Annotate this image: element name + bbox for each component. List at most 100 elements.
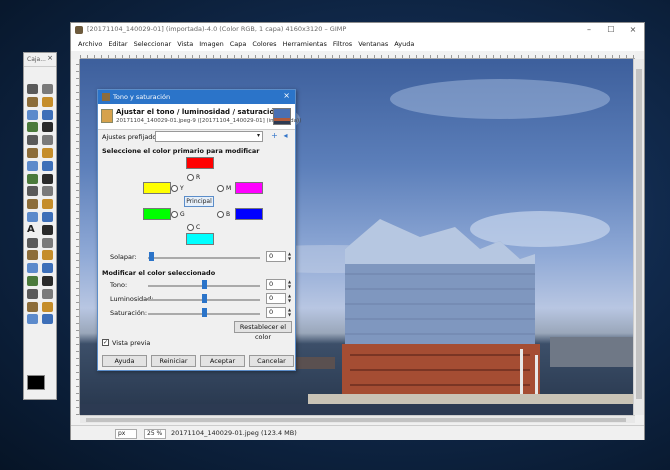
- radio-green[interactable]: [171, 211, 178, 218]
- tool-grid: A: [27, 83, 55, 326]
- mypaint-brush-icon[interactable]: [27, 275, 38, 286]
- menu-editar[interactable]: Editar: [105, 37, 130, 51]
- saturation-spinbox[interactable]: 0: [266, 307, 286, 318]
- cage-icon[interactable]: [42, 199, 53, 210]
- lightness-spin-arrows[interactable]: ▲ ▼: [287, 293, 292, 304]
- hue-spin-arrows[interactable]: ▲ ▼: [287, 279, 292, 290]
- ink-icon[interactable]: [42, 263, 53, 274]
- menu-vista[interactable]: Vista: [174, 37, 196, 51]
- window-titlebar[interactable]: [20171104_140029-01] (importada)-4.0 (Co…: [71, 23, 644, 37]
- scale-icon[interactable]: [42, 173, 53, 184]
- blur-icon[interactable]: [27, 301, 38, 312]
- rect-select-icon[interactable]: [27, 84, 38, 94]
- heal-icon[interactable]: [27, 288, 38, 299]
- menu-colores[interactable]: Colores: [249, 37, 279, 51]
- text-icon[interactable]: A: [27, 224, 38, 235]
- eraser-icon[interactable]: [42, 250, 53, 261]
- ellipse-select-icon[interactable]: [42, 84, 53, 94]
- radio-red[interactable]: [187, 174, 194, 181]
- horizontal-scrollbar[interactable]: [80, 415, 635, 423]
- pencil-icon[interactable]: [42, 237, 53, 248]
- hue-spinbox[interactable]: 0: [266, 279, 286, 290]
- add-preset-button[interactable]: +: [270, 131, 279, 141]
- cancel-button[interactable]: Cancelar: [249, 355, 294, 367]
- preset-menu-button[interactable]: ◂: [281, 131, 290, 141]
- saturation-slider-handle[interactable]: [202, 308, 207, 317]
- help-button[interactable]: Ayuda: [102, 355, 147, 367]
- gradient-icon[interactable]: [27, 237, 38, 248]
- color-select-icon[interactable]: [27, 109, 38, 120]
- paintbrush-icon[interactable]: [27, 250, 38, 261]
- lightness-slider-handle[interactable]: [202, 294, 207, 303]
- overlap-spinbox[interactable]: 0: [266, 251, 286, 262]
- menu-capa[interactable]: Capa: [227, 37, 250, 51]
- bucket-fill-icon[interactable]: [42, 224, 53, 235]
- master-button[interactable]: Principal: [184, 196, 214, 207]
- presets-combo[interactable]: ▾: [155, 131, 263, 142]
- airbrush-icon[interactable]: [27, 263, 38, 274]
- window-title: [20171104_140029-01] (importada)-4.0 (Co…: [87, 25, 347, 33]
- unit-selector[interactable]: px: [115, 429, 137, 439]
- lightness-spinbox[interactable]: 0: [266, 293, 286, 304]
- vertical-scrollbar[interactable]: [633, 59, 644, 415]
- toolbox-close-button[interactable]: ×: [47, 54, 53, 62]
- radio-blue-label: B: [226, 211, 231, 218]
- foreground-select-icon[interactable]: [27, 122, 38, 133]
- scissors-icon[interactable]: [42, 109, 53, 120]
- close-button[interactable]: ×: [622, 23, 644, 37]
- preview-label: Vista previa: [112, 339, 151, 347]
- rotate-icon[interactable]: [27, 173, 38, 184]
- saturation-spin-arrows[interactable]: ▲ ▼: [287, 307, 292, 318]
- radio-green-label: G: [180, 211, 185, 218]
- overlap-slider-handle[interactable]: [149, 252, 154, 261]
- preview-checkbox[interactable]: ✓: [102, 339, 109, 346]
- horizontal-ruler[interactable]: [80, 51, 635, 59]
- free-select-icon[interactable]: [27, 96, 38, 107]
- unified-transform-icon[interactable]: [42, 211, 53, 222]
- flip-icon[interactable]: [27, 199, 38, 210]
- hue-slider-handle[interactable]: [202, 280, 207, 289]
- dialog-titlebar[interactable]: Tono y saturación ×: [98, 90, 295, 104]
- vertical-scroll-thumb[interactable]: [636, 69, 642, 399]
- zoom-selector[interactable]: 25 %: [144, 429, 166, 439]
- perspective-clone-icon[interactable]: [42, 288, 53, 299]
- radio-blue[interactable]: [217, 211, 224, 218]
- overlap-spin-arrows[interactable]: ▲ ▼: [287, 251, 292, 262]
- radio-magenta[interactable]: [217, 185, 224, 192]
- radio-yellow[interactable]: [171, 185, 178, 192]
- move-icon[interactable]: [42, 147, 53, 158]
- crop-icon[interactable]: [42, 160, 53, 171]
- reset-color-button[interactable]: Restablecer el color: [234, 321, 292, 341]
- paths-icon[interactable]: [42, 122, 53, 133]
- vertical-ruler[interactable]: [71, 59, 80, 415]
- fuzzy-select-icon[interactable]: [42, 96, 53, 107]
- zoom-icon[interactable]: [42, 135, 53, 146]
- align-icon[interactable]: [27, 160, 38, 171]
- horizontal-scroll-thumb[interactable]: [86, 418, 626, 422]
- radio-cyan[interactable]: [187, 224, 194, 231]
- menu-filtros[interactable]: Filtros: [330, 37, 355, 51]
- measure-icon[interactable]: [27, 147, 38, 158]
- swap-colors-icon[interactable]: [42, 314, 53, 325]
- ok-button[interactable]: Aceptar: [200, 355, 245, 367]
- menu-herramientas[interactable]: Herramientas: [280, 37, 330, 51]
- foreground-color-swatch[interactable]: [27, 375, 45, 390]
- shear-icon[interactable]: [27, 186, 38, 197]
- presets-label: Ajustes prefijados:: [102, 133, 162, 141]
- maximize-button[interactable]: ☐: [600, 23, 622, 37]
- clone-icon[interactable]: [42, 275, 53, 286]
- menu-archivo[interactable]: Archivo: [75, 37, 105, 51]
- menu-seleccionar[interactable]: Seleccionar: [131, 37, 175, 51]
- minimize-button[interactable]: –: [578, 23, 600, 37]
- menu-ayuda[interactable]: Ayuda: [391, 37, 417, 51]
- color-picker-icon[interactable]: [27, 135, 38, 146]
- perspective-icon[interactable]: [42, 186, 53, 197]
- dodge-burn-icon[interactable]: [27, 314, 38, 325]
- menu-ventanas[interactable]: Ventanas: [355, 37, 391, 51]
- warp-icon[interactable]: [27, 211, 38, 222]
- smudge-icon[interactable]: [42, 301, 53, 312]
- menu-imagen[interactable]: Imagen: [196, 37, 226, 51]
- reset-button[interactable]: Reiniciar: [151, 355, 196, 367]
- dialog-close-button[interactable]: ×: [283, 91, 290, 100]
- overlap-slider[interactable]: [148, 257, 260, 259]
